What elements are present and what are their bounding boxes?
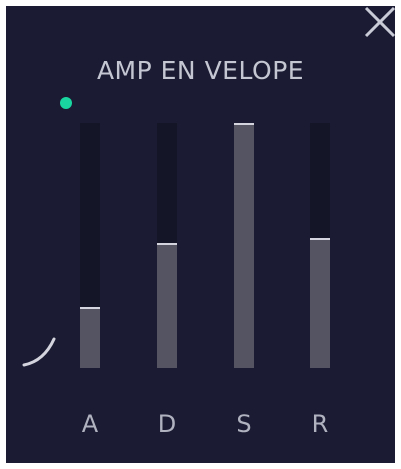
attack-slider[interactable] bbox=[80, 123, 100, 368]
close-icon[interactable] bbox=[362, 4, 398, 40]
envelope-curve-icon bbox=[22, 337, 56, 367]
release-slider[interactable] bbox=[310, 123, 330, 368]
decay-label: D bbox=[157, 410, 177, 438]
decay-slider-fill bbox=[157, 243, 177, 368]
sustain-label: S bbox=[236, 410, 252, 438]
attack-label: A bbox=[81, 410, 99, 438]
sustain-slider-fill bbox=[234, 123, 254, 368]
active-indicator-dot bbox=[60, 97, 72, 109]
attack-slider-fill bbox=[80, 306, 100, 368]
release-label: R bbox=[311, 410, 329, 438]
sustain-slider[interactable] bbox=[234, 123, 254, 368]
release-slider-fill bbox=[310, 238, 330, 368]
panel-title: AMP EN VELOPE bbox=[96, 56, 305, 85]
decay-slider[interactable] bbox=[157, 123, 177, 368]
